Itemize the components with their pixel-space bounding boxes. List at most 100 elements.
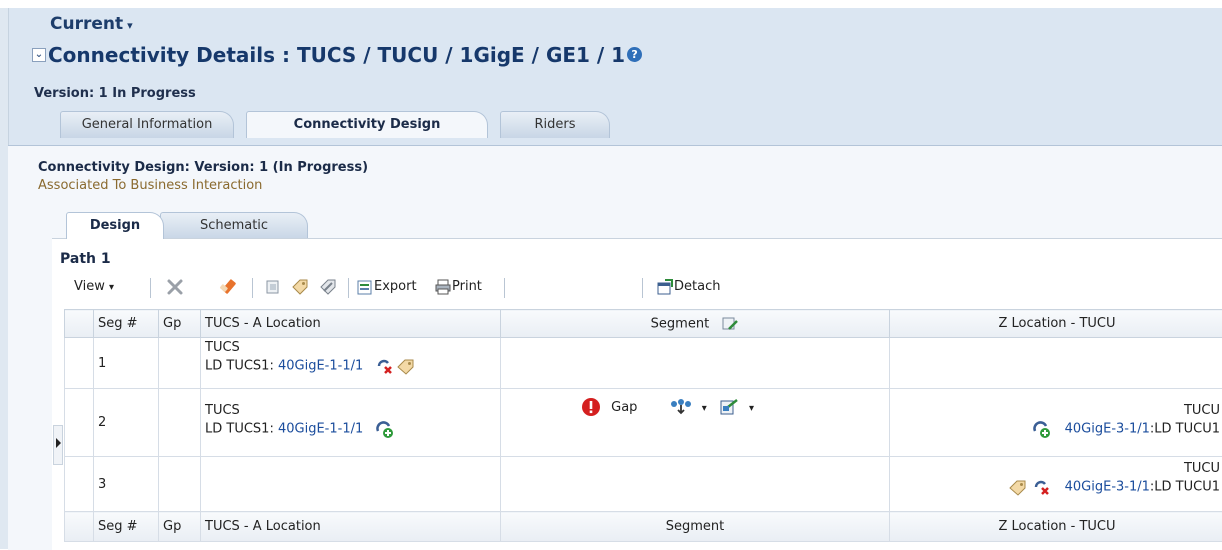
- z-port-link[interactable]: 40GigE-3-1/1: [1065, 480, 1150, 495]
- topology-icon[interactable]: [670, 398, 692, 416]
- top-band: [0, 0, 1222, 8]
- gp-cell: [159, 338, 201, 389]
- toolbar-separator: [252, 278, 253, 298]
- column-header-z-location[interactable]: Z Location - TUCU: [890, 310, 1222, 338]
- a-port-link[interactable]: 40GigE-1-1/1: [278, 422, 363, 437]
- subtab-design[interactable]: Design: [66, 212, 164, 239]
- untag-icon[interactable]: [318, 276, 338, 298]
- print-label: Print: [452, 279, 482, 294]
- table-row[interactable]: 2 TUCS LD TUCS1: 40GigE-1-1/1 Gap ▾ ▾: [65, 389, 1222, 457]
- tab-label: Riders: [534, 117, 575, 132]
- gp-cell: [159, 389, 201, 457]
- footer-segment: Segment: [501, 512, 890, 542]
- detach-button[interactable]: Detach: [656, 276, 720, 298]
- a-prefix: LD TUCS1:: [205, 359, 274, 374]
- a-site: TUCS: [205, 403, 496, 418]
- view-menu[interactable]: View ▾: [74, 276, 114, 298]
- column-header-seg[interactable]: Seg #: [94, 310, 159, 338]
- tab-label: General Information: [82, 117, 213, 132]
- z-site: TUCU: [894, 403, 1220, 418]
- tag-icon[interactable]: [396, 357, 416, 375]
- footer-a-location: TUCS - A Location: [201, 512, 501, 542]
- chevron-down-icon[interactable]: ▾: [702, 403, 707, 414]
- row-handle-cell: [65, 457, 94, 512]
- tab-riders[interactable]: Riders: [500, 111, 610, 138]
- a-location-cell: [201, 457, 501, 512]
- z-suffix: :LD TUCU1: [1150, 480, 1220, 495]
- export-button[interactable]: Export: [356, 276, 417, 298]
- copy-icon[interactable]: [264, 276, 282, 298]
- toolbar-separator: [642, 278, 643, 298]
- segment-cell: [501, 457, 890, 512]
- row-handle-cell: [65, 338, 94, 389]
- detach-icon: [656, 278, 674, 296]
- path-label: Path 1: [60, 251, 111, 267]
- segment-cell: Gap ▾ ▾: [501, 389, 890, 457]
- subtab-schematic[interactable]: Schematic: [160, 212, 308, 239]
- seg-number: 3: [94, 457, 159, 512]
- detach-label: Detach: [674, 279, 720, 294]
- table-footer-row: Seg # Gp TUCS - A Location Segment Z Loc…: [65, 512, 1222, 542]
- gp-cell: [159, 457, 201, 512]
- z-location-cell: [890, 338, 1222, 389]
- tag-icon[interactable]: [290, 276, 310, 298]
- z-location-cell: TUCU 40GigE-3-1/1:LD TUCU1: [890, 457, 1222, 512]
- eraser-icon[interactable]: [218, 276, 238, 298]
- column-header-gp[interactable]: Gp: [159, 310, 201, 338]
- toolbar-separator: [504, 278, 505, 298]
- warning-icon: [581, 397, 601, 417]
- add-connection-icon[interactable]: [375, 420, 395, 438]
- chevron-down-icon: ▾: [109, 282, 114, 293]
- tab-general-information[interactable]: General Information: [60, 111, 234, 138]
- tag-icon[interactable]: [1008, 478, 1028, 496]
- subtab-label: Design: [90, 218, 140, 233]
- footer-seg: Seg #: [94, 512, 159, 542]
- design-subtitle: Associated To Business Interaction: [38, 178, 262, 193]
- view-label: View: [74, 279, 105, 294]
- path-segments-table: Seg # Gp TUCS - A Location Segment Z Loc…: [64, 309, 1222, 542]
- collapse-toggle-icon[interactable]: ⌄: [32, 48, 46, 62]
- table-row[interactable]: 3 TUCU 40GigE-3-1/1:LD TUCU1: [65, 457, 1222, 512]
- segment-header-label: Segment: [651, 316, 710, 331]
- row-handle-cell: [65, 512, 94, 542]
- add-connection-icon[interactable]: [1032, 420, 1052, 438]
- segment-cell: [501, 338, 890, 389]
- disconnect-icon[interactable]: [1032, 478, 1052, 496]
- footer-gp: Gp: [159, 512, 201, 542]
- tab-label: Connectivity Design: [294, 117, 441, 132]
- printer-icon: [434, 278, 452, 296]
- seg-number: 1: [94, 338, 159, 389]
- page-title: ⌄Connectivity Details : TUCS / TUCU / 1G…: [32, 43, 642, 67]
- chevron-down-icon[interactable]: ▾: [749, 403, 754, 414]
- column-header-segment[interactable]: Segment: [501, 310, 890, 338]
- version-label: Version: 1 In Progress: [34, 86, 196, 101]
- row-handle-header: [65, 310, 94, 338]
- z-location-cell: TUCU 40GigE-3-1/1:LD TUCU1: [890, 389, 1222, 457]
- row-handle-cell: [65, 389, 94, 457]
- a-port-link[interactable]: 40GigE-1-1/1: [278, 359, 363, 374]
- current-menu[interactable]: Current ▾: [50, 14, 133, 34]
- a-location-cell: TUCS LD TUCS1: 40GigE-1-1/1: [201, 338, 501, 389]
- assign-icon[interactable]: [719, 397, 739, 417]
- page-title-text: Connectivity Details : TUCS / TUCU / 1Gi…: [48, 43, 625, 67]
- delete-icon[interactable]: [166, 276, 184, 298]
- export-label: Export: [374, 279, 417, 294]
- column-header-a-location[interactable]: TUCS - A Location: [201, 310, 501, 338]
- table-row[interactable]: 1 TUCS LD TUCS1: 40GigE-1-1/1: [65, 338, 1222, 389]
- segment-edit-icon[interactable]: [721, 316, 739, 332]
- a-location-cell: TUCS LD TUCS1: 40GigE-1-1/1: [201, 389, 501, 457]
- export-icon: [356, 278, 374, 296]
- subtab-label: Schematic: [200, 218, 268, 233]
- disconnect-icon[interactable]: [375, 357, 395, 375]
- table-header-row: Seg # Gp TUCS - A Location Segment Z Loc…: [65, 310, 1222, 338]
- current-label: Current: [50, 14, 123, 34]
- z-port-link[interactable]: 40GigE-3-1/1: [1065, 422, 1150, 437]
- a-prefix: LD TUCS1:: [205, 422, 274, 437]
- tab-connectivity-design[interactable]: Connectivity Design: [246, 111, 488, 138]
- print-button[interactable]: Print: [434, 276, 482, 298]
- help-icon[interactable]: ?: [627, 47, 642, 62]
- row-selector-handle[interactable]: [53, 425, 63, 465]
- z-suffix: :LD TUCU1: [1150, 422, 1220, 437]
- gap-label: Gap: [611, 400, 637, 415]
- chevron-down-icon: ▾: [127, 19, 133, 32]
